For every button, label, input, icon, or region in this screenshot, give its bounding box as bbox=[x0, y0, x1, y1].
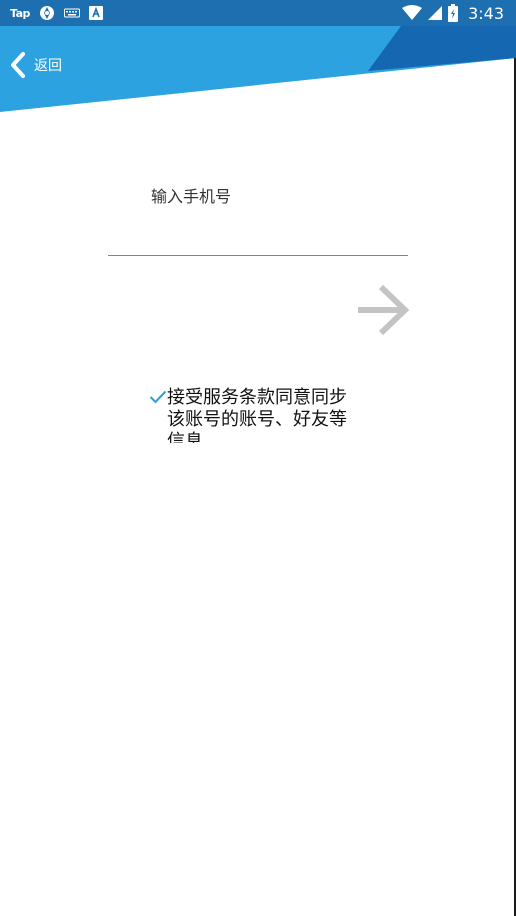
status-time: 3:43 bbox=[468, 3, 504, 23]
aperture-icon bbox=[39, 6, 54, 20]
check-icon bbox=[149, 390, 167, 404]
keyboard-icon bbox=[63, 8, 80, 18]
signal-icon bbox=[428, 6, 443, 20]
tap-app-label: Tap bbox=[10, 6, 30, 20]
text-a-icon bbox=[88, 6, 103, 20]
status-bar: Tap 3:43 bbox=[0, 0, 516, 26]
battery-icon bbox=[448, 4, 459, 22]
agreement-checkbox[interactable]: 接受服务条款同意同步该账号的账号、好友等信息 bbox=[149, 387, 361, 443]
back-label: 返回 bbox=[34, 58, 62, 74]
next-button[interactable] bbox=[354, 283, 410, 337]
status-notifications: Tap bbox=[10, 4, 103, 22]
phone-input[interactable] bbox=[108, 216, 408, 256]
wifi-icon bbox=[402, 5, 423, 20]
agreement-text: 接受服务条款同意同步该账号的账号、好友等信息 bbox=[167, 387, 347, 443]
status-system: 3:43 bbox=[402, 3, 504, 23]
back-button[interactable]: 返回 bbox=[8, 50, 62, 80]
phone-label: 输入手机号 bbox=[151, 187, 232, 206]
arrow-right-icon bbox=[358, 284, 410, 336]
chevron-left-icon bbox=[11, 52, 25, 78]
